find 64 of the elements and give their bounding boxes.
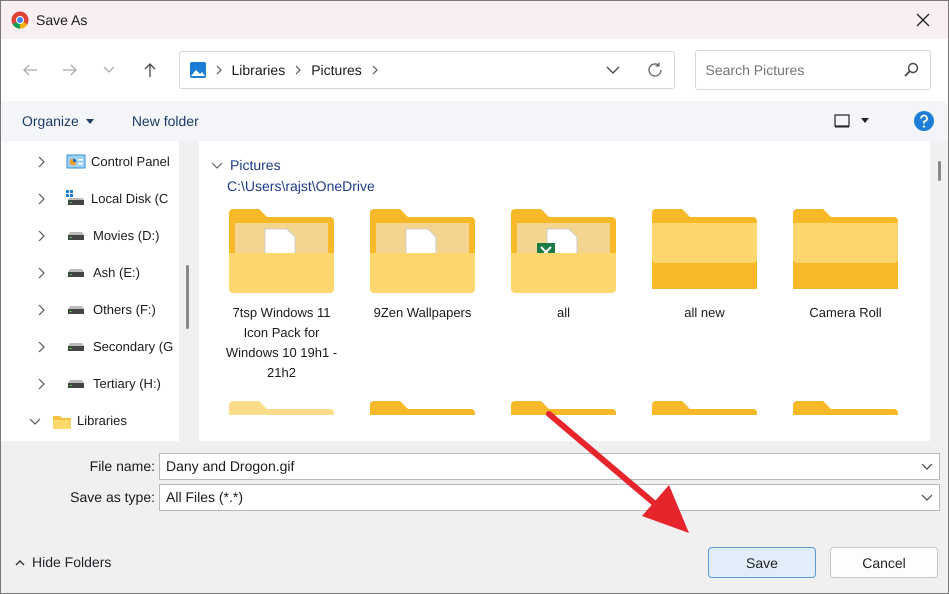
save-button[interactable]: Save <box>708 547 816 578</box>
drive-icon <box>68 380 84 388</box>
tree-label: Movies (D:) <box>93 226 160 245</box>
caret-icon[interactable] <box>860 118 870 124</box>
tree-item[interactable]: Local Disk (C <box>1 180 179 217</box>
tree-item[interactable]: Movies (D:) <box>1 217 179 254</box>
refresh-icon[interactable] <box>646 61 664 79</box>
folder-name[interactable]: all <box>504 303 622 323</box>
tree-label: Ash (E:) <box>93 264 140 282</box>
tree-item[interactable]: Control Panel <box>1 143 179 180</box>
close-icon[interactable] <box>916 13 930 27</box>
pictures-icon <box>190 62 206 78</box>
chevron-icon <box>370 64 380 76</box>
window-title: Save As <box>36 10 88 30</box>
caret-up-icon <box>15 560 25 566</box>
tree-label: Control Panel <box>91 152 170 171</box>
group-path: C:\Users\rajst\OneDrive <box>227 177 376 196</box>
field-label: File name: <box>88 457 156 476</box>
folder-name[interactable]: 9Zen Wallpapers <box>364 303 482 323</box>
control-panel-icon <box>66 152 86 170</box>
tree-label: Others (F:) <box>93 300 156 319</box>
dropdown-icon[interactable] <box>921 462 933 470</box>
system-drive-icon <box>66 190 86 208</box>
new-folder-button[interactable]: New folder <box>124 107 206 135</box>
chevron-icon <box>293 64 304 76</box>
field-label: Save as type: <box>69 488 156 507</box>
up-icon[interactable] <box>142 62 158 78</box>
combo-field[interactable]: Dany and Drogon.gif <box>159 453 940 480</box>
view-icon[interactable] <box>834 114 850 128</box>
search-field[interactable]: Search Pictures <box>694 50 930 90</box>
cancel-button[interactable]: Cancel <box>830 547 938 578</box>
chevron-icon <box>214 64 224 76</box>
drive-icon <box>68 306 84 314</box>
dropdown-icon[interactable] <box>921 494 933 502</box>
tree-item[interactable]: Tertiary (H:) <box>1 365 179 402</box>
address-bar[interactable]: Libraries Pictures <box>178 51 674 89</box>
scrollbar-thumb[interactable] <box>938 161 941 181</box>
help-icon[interactable] <box>914 111 934 131</box>
tree-item[interactable]: Ash (E:) <box>1 254 179 291</box>
folder-name[interactable]: 7tsp Windows 11 Icon Pack for Windows 10 19h1 - 21h2 <box>222 303 340 383</box>
caret-icon <box>86 118 94 124</box>
drive-icon <box>68 342 84 350</box>
tree-label: Tertiary (H:) <box>93 374 161 393</box>
tree-label: Libraries <box>77 412 127 430</box>
group-title[interactable]: Pictures <box>230 155 281 176</box>
scrollbar-thumb[interactable] <box>186 265 189 329</box>
combo-field[interactable]: All Files (*.*) <box>159 484 940 511</box>
dropdown-icon[interactable] <box>606 65 620 75</box>
organize-menu[interactable]: Organize <box>15 107 101 135</box>
tree-item[interactable]: Others (F:) <box>1 291 179 328</box>
folder-name[interactable]: Camera Roll <box>786 303 904 323</box>
tree-item[interactable]: Libraries <box>1 402 179 439</box>
drive-icon <box>68 268 84 276</box>
collapse-icon[interactable] <box>211 162 223 170</box>
folder-name[interactable]: all new <box>646 303 764 323</box>
breadcrumb-item[interactable]: Libraries <box>232 60 286 80</box>
tree-label: Local Disk (C <box>91 190 168 208</box>
search-icon[interactable] <box>902 62 918 78</box>
tree-label: Secondary (G <box>93 338 174 356</box>
hide-folders-button[interactable]: Hide Folders <box>1 548 118 576</box>
drive-icon <box>68 232 84 240</box>
tree-item[interactable]: Secondary (G <box>1 328 179 365</box>
browser-logo-icon <box>11 11 29 29</box>
breadcrumb-item[interactable]: Pictures <box>311 60 362 80</box>
